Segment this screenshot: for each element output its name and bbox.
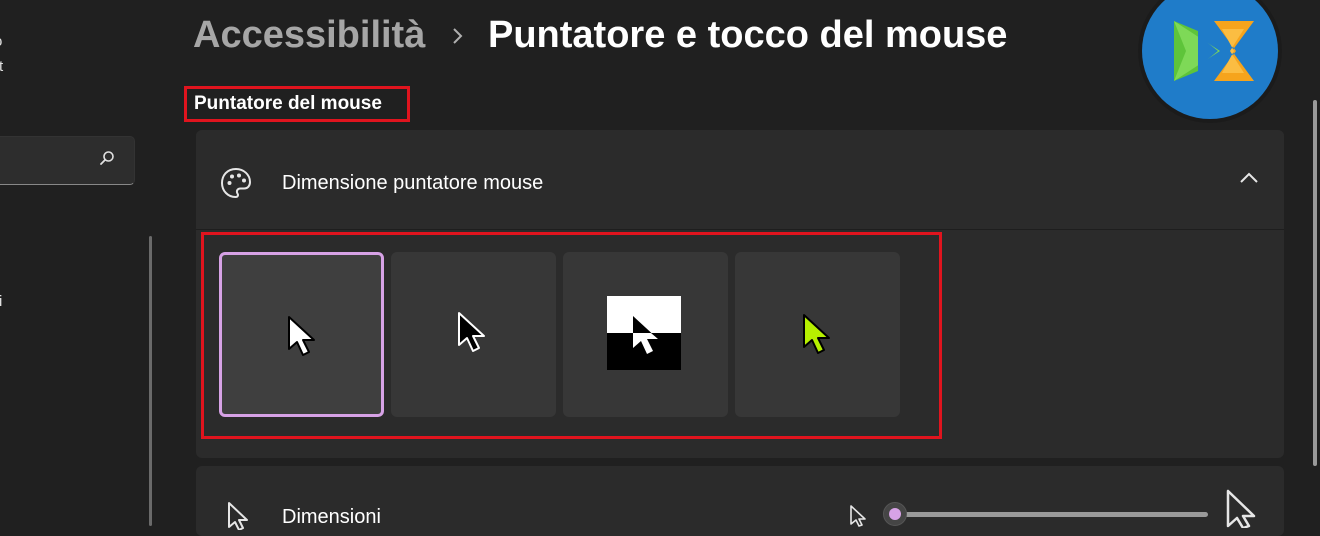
highlight-box-heading [184,86,410,122]
sidebar-user-name: o [0,33,2,50]
slider-thumb-center [889,508,901,520]
pointer-style-title: Dimensione puntatore mouse [282,172,544,194]
highlight-box-options [201,232,942,439]
small-pointer-icon [847,503,871,527]
chevron-right-icon [450,26,466,46]
palette-icon [219,166,253,200]
search-icon[interactable] [99,150,115,166]
chevron-up-icon[interactable] [1237,170,1261,186]
pointer-size-slider-track[interactable] [896,512,1208,517]
pointer-size-icon [224,500,254,531]
large-pointer-icon [1222,488,1260,530]
channel-logo [1136,0,1284,125]
pointer-size-label: Dimensioni [282,506,381,528]
main-scrollbar[interactable] [1313,100,1317,466]
divider [196,229,1284,230]
breadcrumb-parent[interactable]: Accessibilità [193,14,425,57]
sidebar-scrollbar[interactable] [149,236,152,526]
page-title: Puntatore e tocco del mouse [488,14,1008,56]
sidebar-user-account: t [0,58,4,75]
sidebar-item-label[interactable]: i [0,293,2,310]
